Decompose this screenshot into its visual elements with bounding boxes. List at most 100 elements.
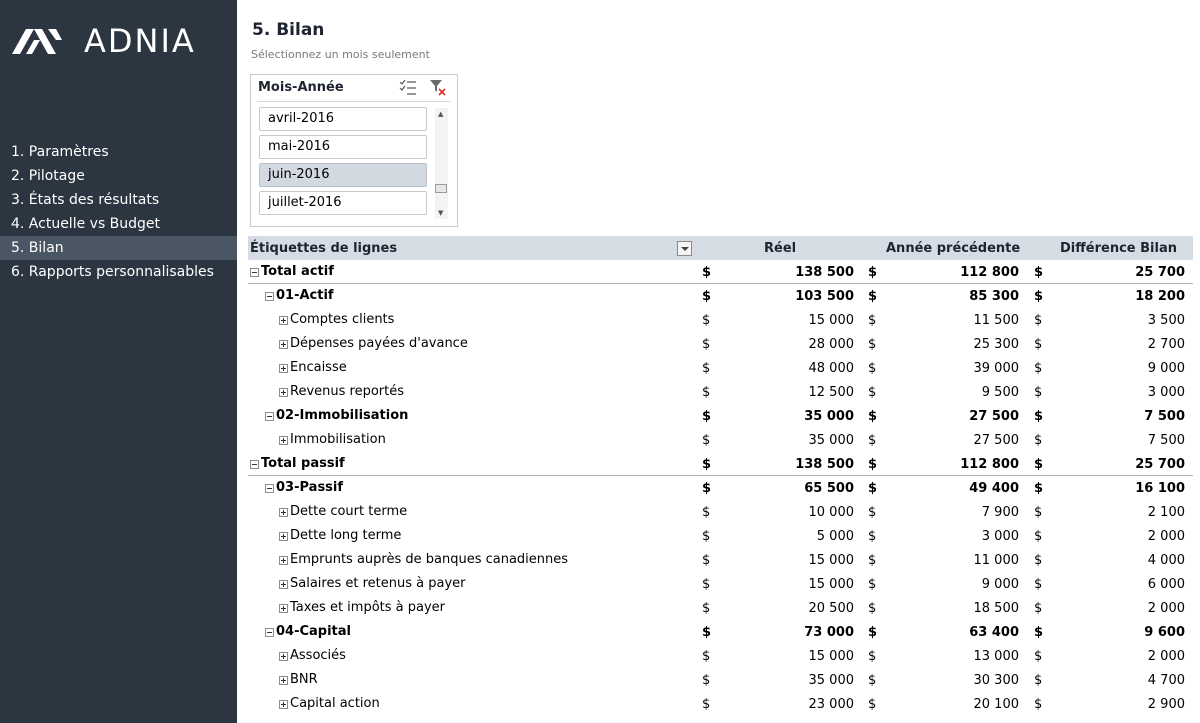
value-reel: 15 000 [808,313,855,328]
value-reel: 5 000 [816,529,854,544]
value-prev: 25 300 [973,337,1020,352]
row-label[interactable]: 02-Immobilisation [276,403,408,429]
currency-symbol: $ [868,577,877,592]
collapse-icon[interactable] [265,627,274,637]
row-label-cell: 03-Passif [265,476,343,500]
slicer-item-juillet-2016[interactable]: juillet-2016 [259,191,427,215]
expand-icon[interactable] [279,315,288,325]
currency-symbol: $ [702,361,711,376]
value-diff: 7 500 [1147,433,1185,448]
collapse-icon[interactable] [265,411,274,421]
slicer-scrollbar[interactable]: ▲ ▼ [435,108,448,219]
row-label[interactable]: Comptes clients [290,307,394,333]
row-label[interactable]: Taxes et impôts à payer [290,595,445,621]
row-label[interactable]: Revenus reportés [290,379,404,405]
row-label-cell: Immobilisation [279,428,386,452]
row-label[interactable]: 03-Passif [276,475,343,501]
currency-symbol: $ [868,265,878,280]
scrollbar-thumb[interactable] [435,184,447,193]
value-diff: 7 500 [1144,409,1185,424]
currency-symbol: $ [868,649,877,664]
sidebar-item-etats-resultats[interactable]: 3. États des résultats [0,188,237,212]
currency-symbol: $ [868,433,877,448]
row-label[interactable]: Dette long terme [290,523,401,549]
row-label[interactable]: Encaisse [290,355,347,381]
row-label[interactable]: Dette court terme [290,499,407,525]
value-prev: 49 400 [969,481,1019,496]
expand-icon[interactable] [279,699,288,709]
table-row: Emprunts auprès de banques canadiennes $1… [248,548,1193,572]
row-label[interactable]: BNR [290,667,318,693]
expand-icon[interactable] [279,363,288,373]
currency-symbol: $ [702,433,711,448]
sidebar-item-bilan[interactable]: 5. Bilan [0,236,237,260]
row-label-cell: 01-Actif [265,284,334,308]
header-reel: Réel [764,241,797,256]
row-label[interactable]: Immobilisation [290,427,386,453]
collapse-icon[interactable] [265,291,274,301]
table-row: 04-Capital $73 000 $63 400 $9 600 [248,620,1193,644]
row-label[interactable]: Salaires et retenus à payer [290,571,466,597]
currency-symbol: $ [1034,529,1043,544]
value-prev: 3 000 [981,529,1019,544]
row-label[interactable]: 01-Actif [276,283,334,309]
row-label-cell: Emprunts auprès de banques canadiennes [279,548,568,572]
expand-icon[interactable] [279,507,288,517]
expand-icon[interactable] [279,579,288,589]
clear-filter-icon[interactable] [429,79,447,97]
row-label[interactable]: Total passif [261,451,345,477]
row-label[interactable]: Dépenses payées d'avance [290,331,468,357]
expand-icon[interactable] [279,531,288,541]
collapse-icon[interactable] [250,267,259,277]
sidebar-item-parametres[interactable]: 1. Paramètres [0,140,237,164]
value-prev: 63 400 [969,625,1019,640]
slicer-item-juin-2016[interactable]: juin-2016 [259,163,427,187]
row-label[interactable]: Total actif [261,259,334,285]
table-row: Dépenses payées d'avance $28 000 $25 300 $2… [248,332,1193,356]
row-label-cell: Revenus reportés [279,380,404,404]
collapse-icon[interactable] [250,459,259,469]
table-row: Comptes clients $15 000 $11 500 $3 500 [248,308,1193,332]
currency-symbol: $ [702,481,712,496]
currency-symbol: $ [868,337,877,352]
collapse-icon[interactable] [265,483,274,493]
value-diff: 2 700 [1147,337,1185,352]
value-reel: 35 000 [804,409,854,424]
scroll-down-icon[interactable]: ▼ [438,209,443,217]
multi-select-icon[interactable] [399,79,417,97]
value-reel: 65 500 [804,481,854,496]
currency-symbol: $ [1034,433,1043,448]
expand-icon[interactable] [279,339,288,349]
currency-symbol: $ [702,697,711,712]
expand-icon[interactable] [279,651,288,661]
value-reel: 48 000 [808,361,855,376]
slicer-item-mai-2016[interactable]: mai-2016 [259,135,427,159]
row-label[interactable]: Associés [290,643,346,669]
currency-symbol: $ [868,601,877,616]
row-label[interactable]: Emprunts auprès de banques canadiennes [290,547,568,573]
value-reel: 15 000 [808,649,855,664]
value-prev: 112 800 [960,457,1019,472]
expand-icon[interactable] [279,435,288,445]
sidebar-item-rapports[interactable]: 6. Rapports personnalisables [0,260,237,284]
sidebar-item-actuelle-vs-budget[interactable]: 4. Actuelle vs Budget [0,212,237,236]
expand-icon[interactable] [279,555,288,565]
expand-icon[interactable] [279,387,288,397]
sidebar-item-pilotage[interactable]: 2. Pilotage [0,164,237,188]
row-filter-dropdown-icon[interactable] [677,241,692,256]
row-label-cell: 04-Capital [265,620,351,644]
expand-icon[interactable] [279,603,288,613]
currency-symbol: $ [702,457,712,472]
expand-icon[interactable] [279,675,288,685]
sidebar-nav: 1. Paramètres 2. Pilotage 3. États des r… [0,140,237,284]
value-reel: 10 000 [808,505,855,520]
value-diff: 25 700 [1135,265,1185,280]
slicer-item-avril-2016[interactable]: avril-2016 [259,107,427,131]
scroll-up-icon[interactable]: ▲ [438,110,443,118]
table-row: Revenus reportés $12 500 $9 500 $3 000 [248,380,1193,404]
value-reel: 20 500 [808,601,855,616]
row-label[interactable]: Capital action [290,691,380,717]
row-label[interactable]: 04-Capital [276,619,351,645]
table-row: Total actif $138 500 $112 800 $25 700 [248,260,1193,284]
value-prev: 9 000 [981,577,1019,592]
